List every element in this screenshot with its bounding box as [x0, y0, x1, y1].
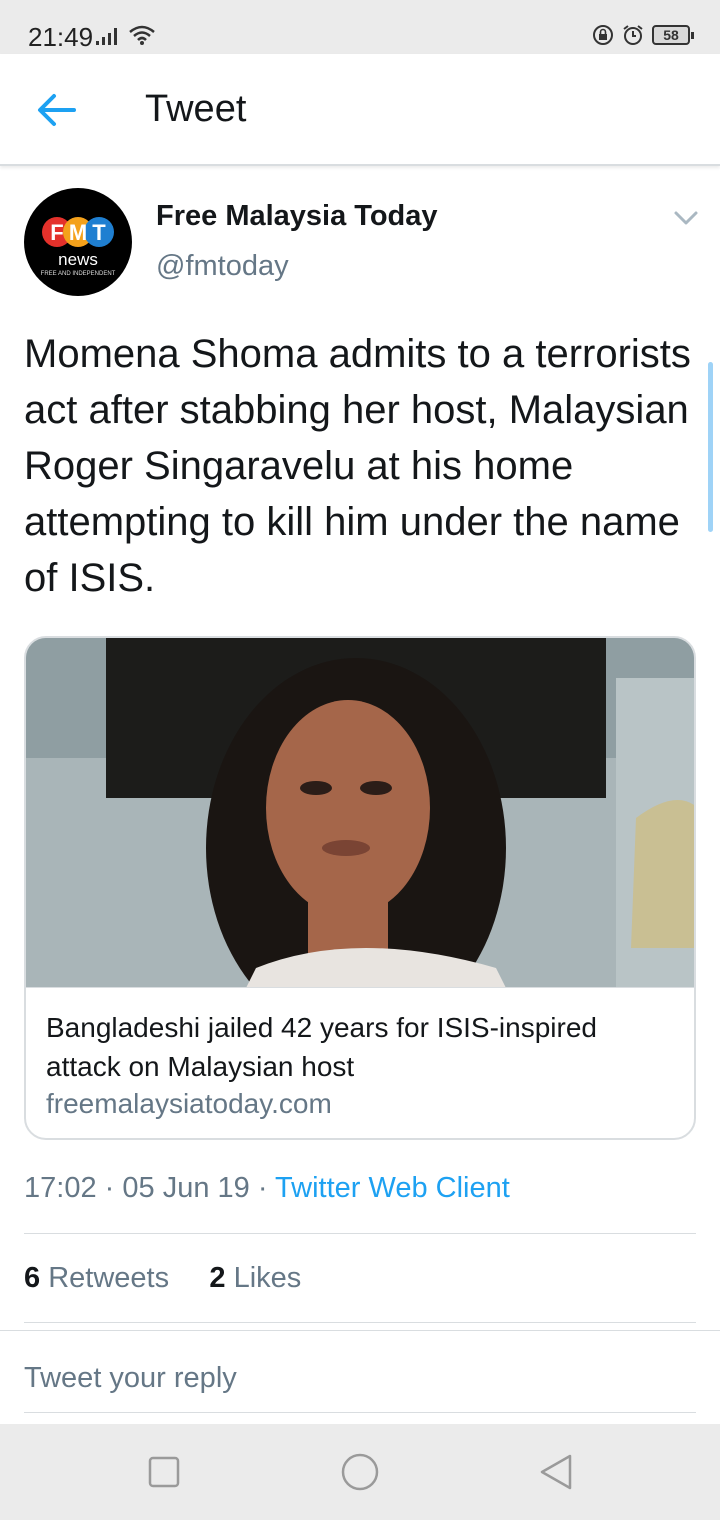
signal-icon	[96, 28, 117, 45]
arrow-left-icon[interactable]	[34, 90, 78, 130]
page-title: Tweet	[145, 88, 247, 130]
system-nav-bar	[0, 1424, 720, 1520]
separator: ·	[104, 1172, 115, 1204]
home-circle-icon[interactable]	[340, 1452, 380, 1492]
status-bar: 21:49 58	[0, 0, 720, 54]
separator: ·	[257, 1172, 268, 1204]
avatar-word: news	[58, 250, 98, 269]
reply-input[interactable]: Tweet your reply	[24, 1362, 237, 1395]
divider	[24, 1322, 696, 1323]
likes-link[interactable]: 2 Likes	[209, 1262, 301, 1294]
chevron-down-icon[interactable]	[672, 206, 700, 230]
card-title: Bangladeshi jailed 42 years for ISIS-ins…	[46, 1012, 597, 1082]
scrollbar[interactable]	[708, 362, 713, 532]
retweets-link[interactable]: 6 Retweets	[24, 1262, 169, 1294]
avatar-letter-m: M	[69, 220, 87, 245]
battery-level: 58	[663, 27, 679, 43]
retweet-count: 6	[24, 1262, 41, 1294]
tweet-client-link[interactable]: Twitter Web Client	[275, 1172, 510, 1204]
tweet-text: Momena Shoma admits to a terrorists act …	[24, 332, 691, 600]
alarm-icon	[623, 25, 643, 45]
card-image	[26, 638, 694, 988]
rotation-lock-icon	[593, 25, 613, 45]
tweet-stats: 6 Retweets 2 Likes	[24, 1262, 301, 1295]
back-triangle-icon[interactable]	[538, 1452, 574, 1492]
recents-square-icon[interactable]	[148, 1452, 180, 1492]
avatar-letter-f: F	[50, 220, 63, 245]
author-name[interactable]: Free Malaysia Today	[156, 200, 438, 233]
app-bar: Tweet	[0, 54, 720, 166]
author-handle[interactable]: @fmtoday	[156, 250, 289, 283]
link-card[interactable]: Bangladeshi jailed 42 years for ISIS-ins…	[24, 636, 696, 1140]
card-domain: freemalaysiatoday.com	[46, 1088, 332, 1119]
battery-icon: 58	[652, 25, 694, 45]
wifi-icon	[129, 25, 155, 45]
divider	[0, 1330, 720, 1331]
tweet-meta: 17:02 · 05 Jun 19 · Twitter Web Client	[24, 1172, 510, 1205]
divider	[24, 1412, 696, 1413]
divider	[24, 1233, 696, 1234]
like-count: 2	[209, 1262, 226, 1294]
status-time: 21:49	[28, 22, 94, 52]
avatar-letter-t: T	[92, 220, 106, 245]
fmt-logo: F M T news FREE AND INDEPENDENT	[41, 217, 116, 277]
tweet-date: 05 Jun 19	[122, 1172, 250, 1204]
avatar-tagline: FREE AND INDEPENDENT	[41, 271, 116, 277]
tweet-time: 17:02	[24, 1172, 97, 1204]
like-label: Likes	[233, 1262, 302, 1294]
avatar[interactable]: F M T news FREE AND INDEPENDENT	[24, 188, 132, 296]
retweet-label: Retweets	[48, 1262, 170, 1294]
